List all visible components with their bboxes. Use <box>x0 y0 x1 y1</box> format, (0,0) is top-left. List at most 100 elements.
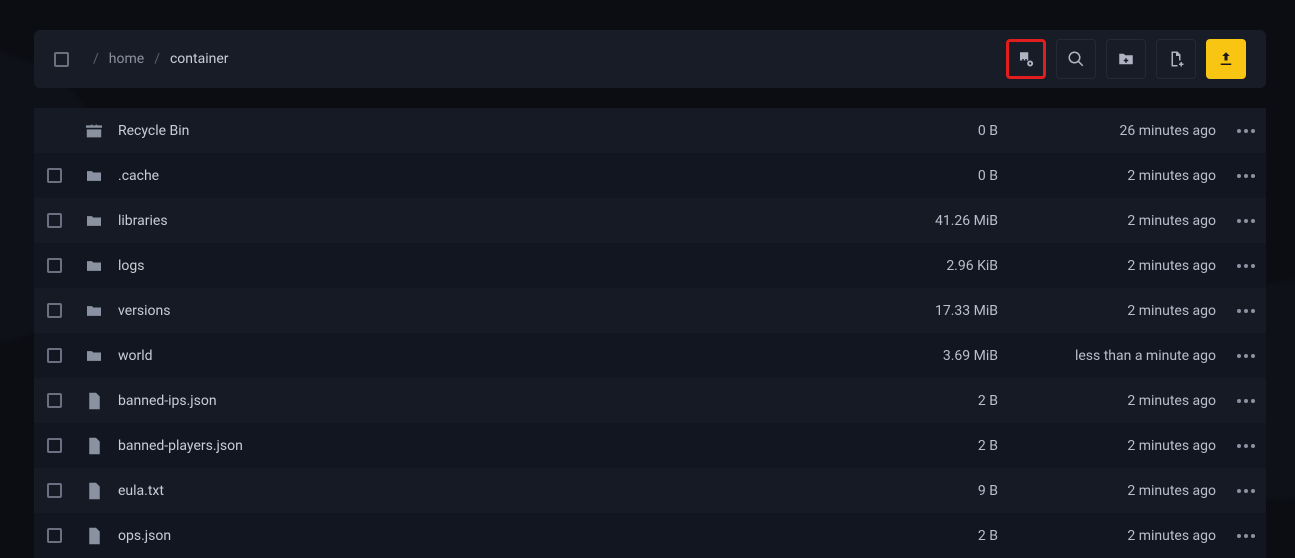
row-actions <box>1226 354 1266 358</box>
new-folder-button[interactable] <box>1106 39 1146 79</box>
row-date: 2 minutes ago <box>1006 303 1226 319</box>
file-row[interactable]: Recycle Bin0 B26 minutes ago <box>34 108 1266 153</box>
row-size: 3.69 MiB <box>856 348 1006 364</box>
file-icon <box>87 482 102 500</box>
file-row[interactable]: banned-ips.json2 B2 minutes ago <box>34 378 1266 423</box>
row-date: 2 minutes ago <box>1006 528 1226 544</box>
building-gear-icon <box>1017 50 1035 68</box>
row-name[interactable]: logs <box>114 258 856 274</box>
file-row[interactable]: world3.69 MiBless than a minute ago <box>34 333 1266 378</box>
row-name[interactable]: eula.txt <box>114 483 856 499</box>
file-icon <box>87 527 102 545</box>
row-size: 0 B <box>856 168 1006 184</box>
row-actions <box>1226 444 1266 448</box>
search-button[interactable] <box>1056 39 1096 79</box>
row-menu-button[interactable] <box>1237 174 1255 178</box>
row-size: 2 B <box>856 438 1006 454</box>
row-actions <box>1226 534 1266 538</box>
row-menu-button[interactable] <box>1237 489 1255 493</box>
row-date: 2 minutes ago <box>1006 438 1226 454</box>
row-menu-button[interactable] <box>1237 399 1255 403</box>
row-icon-cell <box>74 123 114 139</box>
row-size: 0 B <box>856 123 1006 139</box>
row-menu-button[interactable] <box>1237 354 1255 358</box>
row-menu-button[interactable] <box>1237 534 1255 538</box>
file-row[interactable]: .cache0 B2 minutes ago <box>34 153 1266 198</box>
row-name[interactable]: ops.json <box>114 528 856 544</box>
row-actions <box>1226 264 1266 268</box>
row-name[interactable]: Recycle Bin <box>114 123 856 139</box>
row-checkbox[interactable] <box>47 213 62 228</box>
folder-icon <box>85 169 103 183</box>
row-checkbox[interactable] <box>47 258 62 273</box>
file-icon <box>87 392 102 410</box>
row-icon-cell <box>74 482 114 500</box>
breadcrumb-current[interactable]: container <box>170 51 229 67</box>
file-row[interactable]: ops.json2 B2 minutes ago <box>34 513 1266 558</box>
upload-button[interactable] <box>1206 39 1246 79</box>
breadcrumb-home[interactable]: home <box>109 51 144 67</box>
row-size: 17.33 MiB <box>856 303 1006 319</box>
folder-icon <box>85 304 103 318</box>
row-icon-cell <box>74 259 114 273</box>
row-date: 2 minutes ago <box>1006 393 1226 409</box>
row-checkbox[interactable] <box>47 168 62 183</box>
row-actions <box>1226 399 1266 403</box>
row-icon-cell <box>74 349 114 363</box>
row-actions <box>1226 309 1266 313</box>
row-checkbox-cell <box>34 528 74 543</box>
file-row[interactable]: logs2.96 KiB2 minutes ago <box>34 243 1266 288</box>
new-file-button[interactable] <box>1156 39 1196 79</box>
row-checkbox-cell <box>34 348 74 363</box>
archive-button[interactable] <box>1006 39 1046 79</box>
row-name[interactable]: .cache <box>114 168 856 184</box>
row-checkbox-cell <box>34 168 74 183</box>
row-checkbox-cell <box>34 258 74 273</box>
row-checkbox[interactable] <box>47 528 62 543</box>
upload-icon <box>1217 50 1235 68</box>
row-date: less than a minute ago <box>1006 348 1226 364</box>
select-all-checkbox[interactable] <box>54 52 69 67</box>
row-menu-button[interactable] <box>1237 129 1255 133</box>
recycle-bin-icon <box>84 123 104 139</box>
row-icon-cell <box>74 437 114 455</box>
folder-icon <box>85 259 103 273</box>
file-list: Recycle Bin0 B26 minutes ago.cache0 B2 m… <box>34 108 1266 558</box>
row-name[interactable]: world <box>114 348 856 364</box>
breadcrumb: / home / container <box>54 51 229 67</box>
row-actions <box>1226 129 1266 133</box>
slash-icon: / <box>93 51 99 67</box>
file-row[interactable]: eula.txt9 B2 minutes ago <box>34 468 1266 513</box>
row-checkbox-cell <box>34 303 74 318</box>
row-icon-cell <box>74 169 114 183</box>
row-name[interactable]: versions <box>114 303 856 319</box>
row-checkbox[interactable] <box>47 348 62 363</box>
row-name[interactable]: libraries <box>114 213 856 229</box>
row-size: 9 B <box>856 483 1006 499</box>
folder-icon <box>85 214 103 228</box>
row-date: 2 minutes ago <box>1006 168 1226 184</box>
row-icon-cell <box>74 527 114 545</box>
row-checkbox[interactable] <box>47 393 62 408</box>
file-row[interactable]: versions17.33 MiB2 minutes ago <box>34 288 1266 333</box>
row-icon-cell <box>74 304 114 318</box>
row-checkbox[interactable] <box>47 438 62 453</box>
row-date: 2 minutes ago <box>1006 258 1226 274</box>
row-actions <box>1226 174 1266 178</box>
row-name[interactable]: banned-ips.json <box>114 393 856 409</box>
row-menu-button[interactable] <box>1237 444 1255 448</box>
row-size: 2 B <box>856 393 1006 409</box>
file-icon <box>87 437 102 455</box>
file-row[interactable]: libraries41.26 MiB2 minutes ago <box>34 198 1266 243</box>
folder-plus-icon <box>1117 50 1135 68</box>
row-menu-button[interactable] <box>1237 264 1255 268</box>
row-menu-button[interactable] <box>1237 309 1255 313</box>
header-bar: / home / container <box>34 30 1266 88</box>
row-checkbox[interactable] <box>47 303 62 318</box>
row-date: 2 minutes ago <box>1006 483 1226 499</box>
search-icon <box>1067 50 1085 68</box>
row-menu-button[interactable] <box>1237 219 1255 223</box>
row-name[interactable]: banned-players.json <box>114 438 856 454</box>
file-row[interactable]: banned-players.json2 B2 minutes ago <box>34 423 1266 468</box>
row-checkbox[interactable] <box>47 483 62 498</box>
